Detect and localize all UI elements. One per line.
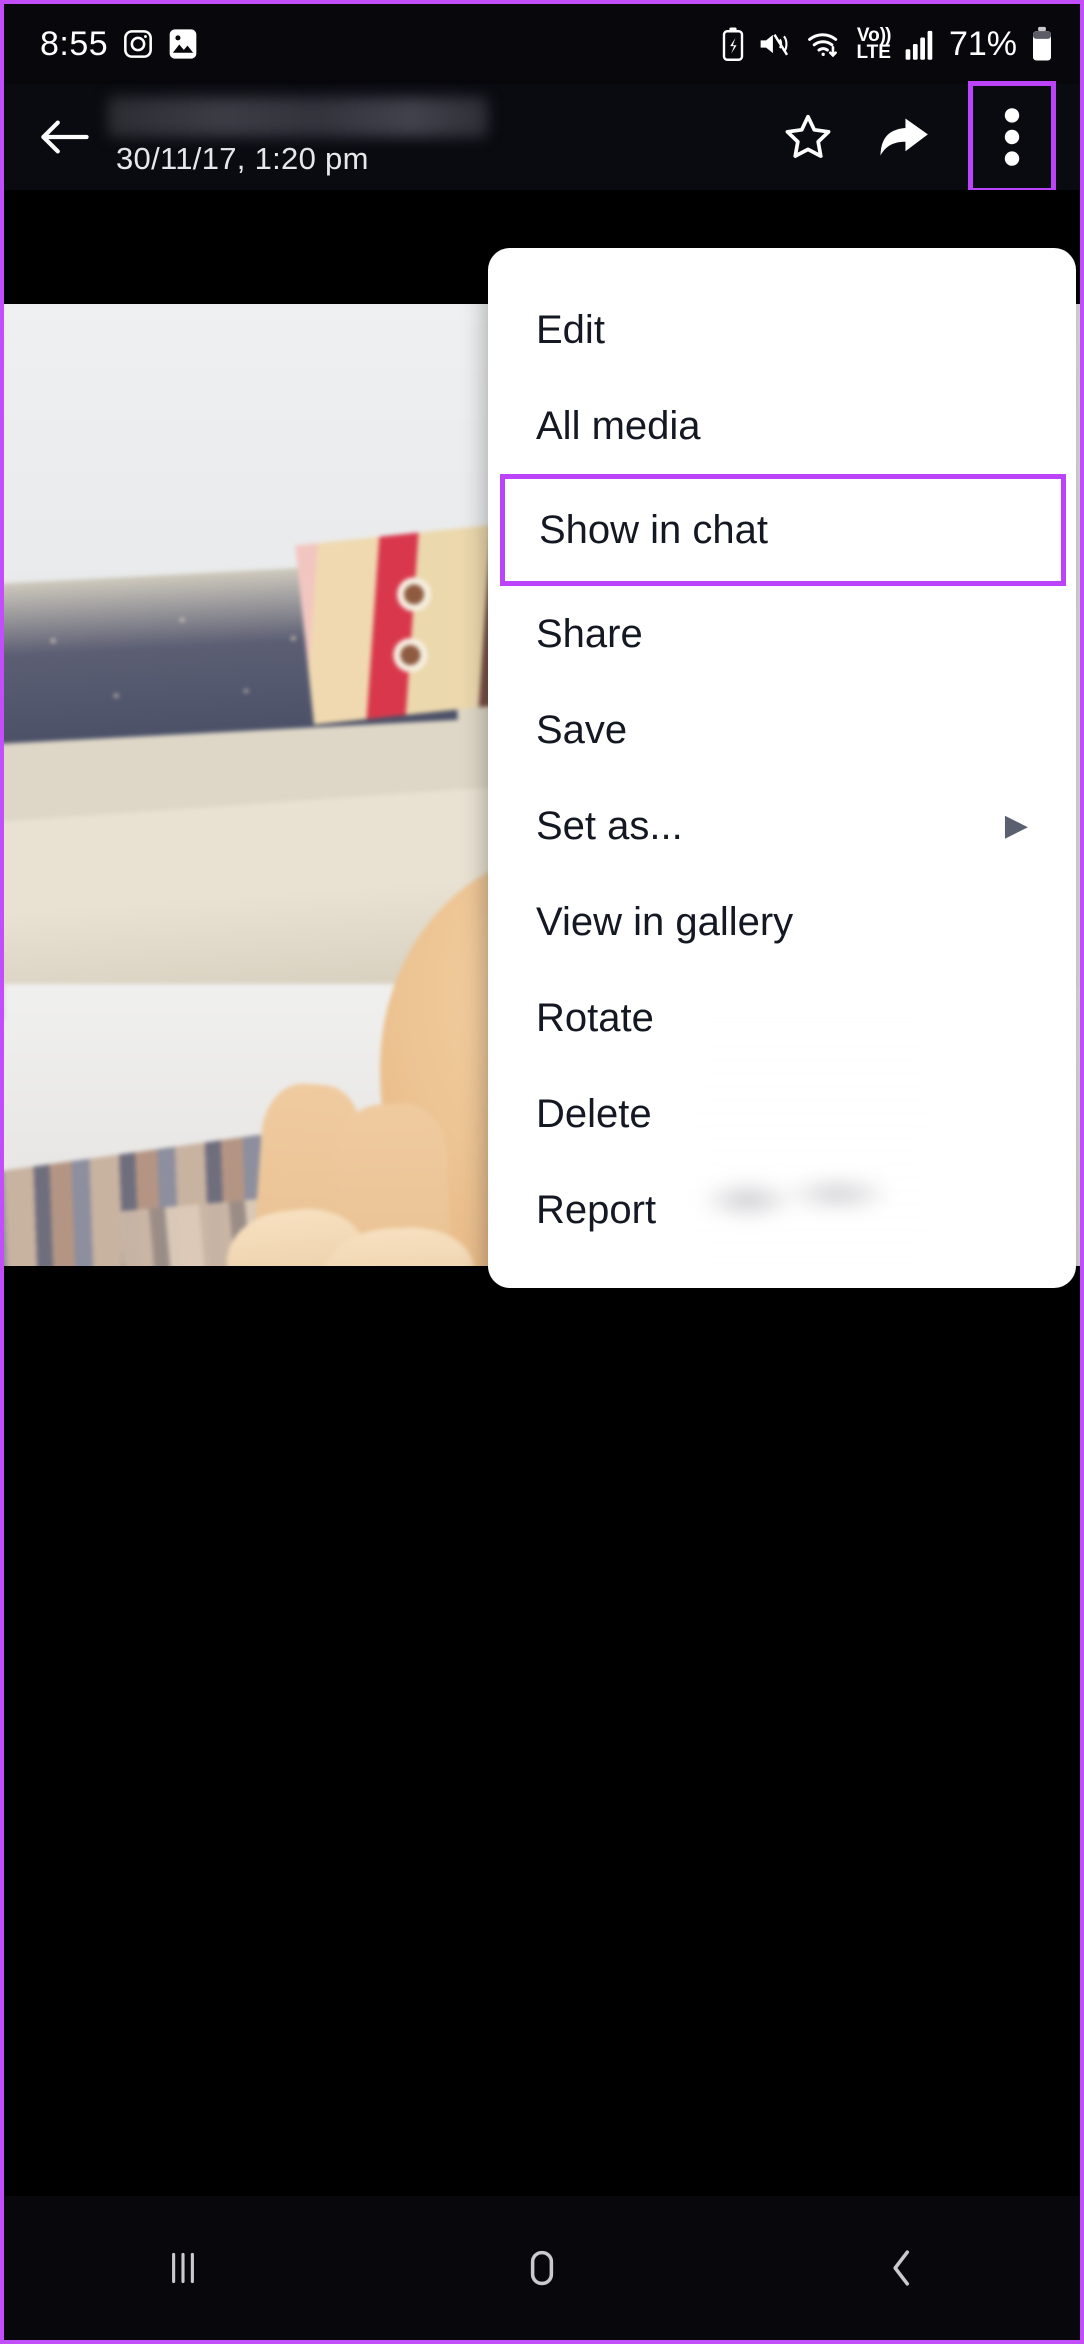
letterbox-bottom: [4, 1266, 1080, 2196]
menu-item-share[interactable]: Share: [488, 586, 1076, 682]
battery-icon: [1030, 26, 1054, 62]
mute-vibrate-icon: [758, 28, 792, 60]
android-nav-bar: [4, 2196, 1080, 2340]
volte-icon: Vo)) LTE: [856, 24, 891, 63]
menu-item-set-as[interactable]: Set as... ▶: [488, 778, 1076, 874]
menu-item-save[interactable]: Save: [488, 682, 1076, 778]
menu-item-label: View in gallery: [536, 899, 794, 944]
battery-saver-icon: [721, 26, 745, 62]
message-timestamp: 30/11/17, 1:20 pm: [116, 141, 369, 176]
menu-item-report[interactable]: Report: [488, 1162, 1076, 1258]
menu-item-label: Set as...: [536, 803, 683, 848]
menu-item-label: Share: [536, 611, 643, 656]
menu-item-label: All media: [536, 403, 701, 448]
status-bar-left: 8:55: [40, 25, 198, 64]
battery-percentage: 71%: [948, 24, 1017, 63]
menu-item-edit[interactable]: Edit: [488, 282, 1076, 378]
home-button[interactable]: [467, 2213, 617, 2323]
menu-item-show-in-chat[interactable]: Show in chat: [500, 474, 1066, 586]
forward-button[interactable]: [860, 95, 944, 179]
app-toolbar: 30/11/17, 1:20 pm: [4, 81, 1080, 193]
menu-item-all-media[interactable]: All media: [488, 378, 1076, 474]
toolbar-title-block: 30/11/17, 1:20 pm: [108, 97, 496, 177]
phone-screen: 8:55 Vo)) LTE 71% 30/11/17, 1:20 pm Edit…: [0, 0, 1084, 2344]
menu-item-label: Rotate: [536, 995, 654, 1040]
menu-item-label: Report: [536, 1187, 657, 1232]
status-clock: 8:55: [40, 24, 109, 63]
back-button-nav[interactable]: [826, 2213, 976, 2323]
photos-icon: [168, 28, 198, 60]
submenu-arrow-icon: ▶: [1004, 809, 1028, 842]
status-bar-right: Vo)) LTE 71%: [721, 25, 1054, 64]
instagram-icon: [122, 28, 154, 60]
toolbar-actions: [766, 81, 1060, 193]
contact-name: [108, 97, 488, 137]
back-button[interactable]: [28, 100, 102, 174]
overflow-menu-button[interactable]: [968, 81, 1056, 193]
recents-button[interactable]: [108, 2213, 258, 2323]
menu-item-label: Save: [536, 707, 628, 752]
wifi-icon: [805, 27, 843, 61]
star-button[interactable]: [766, 95, 850, 179]
signal-bars-icon: [904, 27, 936, 61]
menu-item-label: Edit: [536, 307, 605, 352]
overflow-menu: Edit All media Show in chat Share Save S…: [488, 248, 1076, 1288]
menu-item-rotate[interactable]: Rotate: [488, 970, 1076, 1066]
menu-item-view-in-gallery[interactable]: View in gallery: [488, 874, 1076, 970]
menu-item-delete[interactable]: Delete: [488, 1066, 1076, 1162]
menu-item-label: Show in chat: [539, 507, 769, 552]
menu-item-label: Delete: [536, 1091, 652, 1136]
status-bar: 8:55 Vo)) LTE 71%: [4, 4, 1080, 84]
